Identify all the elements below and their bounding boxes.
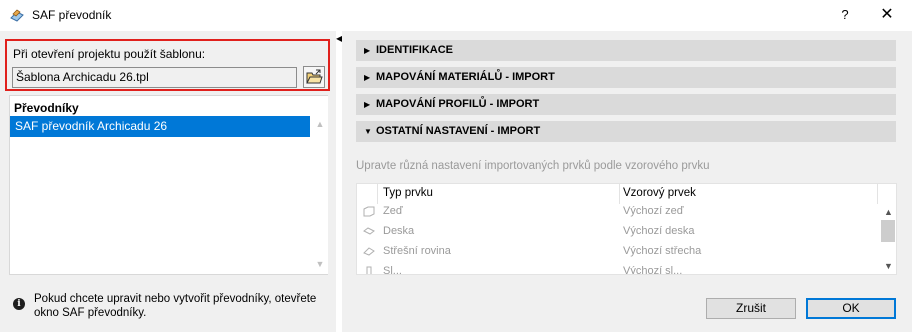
section-label: OSTATNÍ NASTAVENÍ - IMPORT — [376, 125, 541, 137]
column-divider — [377, 184, 378, 204]
cancel-button[interactable]: Zrušit — [706, 298, 796, 319]
converters-list[interactable]: Převodníky SAF převodník Archicadu 26 ▲ … — [9, 95, 328, 275]
column-header-sample[interactable]: Vzorový prvek — [623, 187, 696, 199]
row-sample: Výchozí deska — [623, 225, 695, 237]
column-icon — [366, 266, 372, 274]
right-panel: ▶ IDENTIFIKACE ▶ MAPOVÁNÍ MATERIÁLŮ - IM… — [342, 31, 912, 332]
info-icon: i — [13, 298, 25, 310]
row-type: Deska — [383, 225, 415, 237]
row-sample: Výchozí střecha — [623, 245, 702, 257]
converters-header: Převodníky — [14, 101, 79, 115]
roof-icon — [363, 247, 375, 256]
expand-triangle-icon: ▶ — [364, 100, 371, 109]
row-sample: Výchozí sl... — [623, 265, 683, 275]
expand-triangle-icon: ▶ — [364, 46, 371, 55]
table-row[interactable]: Deska Výchozí deska — [357, 222, 880, 242]
info-text: Pokud chcete upravit nebo vytvořit převo… — [34, 293, 317, 319]
scroll-up-icon[interactable]: ▲ — [880, 204, 896, 220]
scroll-down-icon[interactable]: ▼ — [880, 258, 896, 274]
wall-icon — [363, 206, 375, 217]
template-label: Při otevření projektu použít šablonu: — [13, 47, 206, 61]
template-group: Při otevření projektu použít šablonu: Ša… — [5, 39, 330, 91]
slab-icon — [363, 227, 375, 235]
section-label: IDENTIFIKACE — [376, 44, 453, 56]
browse-template-button[interactable] — [303, 66, 325, 88]
window-title: SAF převodník — [32, 8, 112, 22]
help-button[interactable]: ? — [832, 3, 858, 27]
expand-triangle-icon: ▶ — [364, 73, 371, 82]
list-item-converter[interactable]: SAF převodník Archicadu 26 — [10, 116, 310, 137]
section-ostatni-nastaveni[interactable]: ▼ OSTATNÍ NASTAVENÍ - IMPORT — [356, 121, 896, 142]
scroll-down-icon[interactable]: ▼ — [312, 256, 328, 272]
column-divider — [619, 184, 620, 204]
row-type: Zeď — [383, 205, 403, 217]
row-type: Sl... — [383, 265, 402, 275]
table-row[interactable]: Sl... Výchozí sl... — [357, 262, 880, 275]
scroll-up-icon[interactable]: ▲ — [312, 116, 328, 132]
table-row[interactable]: Zeď Výchozí zeď — [357, 202, 880, 222]
settings-hint: Upravte různá nastavení importovaných pr… — [356, 160, 710, 172]
section-identifikace[interactable]: ▶ IDENTIFIKACE — [356, 40, 896, 61]
section-mapovani-profilu[interactable]: ▶ MAPOVÁNÍ PROFILŮ - IMPORT — [356, 94, 896, 115]
open-folder-icon — [306, 69, 323, 84]
template-path-field[interactable]: Šablona Archicadu 26.tpl — [12, 67, 297, 88]
row-sample: Výchozí zeď — [623, 205, 684, 217]
table-scrollbar[interactable]: ▲ ▼ — [880, 184, 896, 274]
section-label: MAPOVÁNÍ PROFILŮ - IMPORT — [376, 98, 540, 110]
row-type: Střešní rovina — [383, 245, 451, 257]
saf-app-icon — [10, 9, 24, 22]
collapse-triangle-icon: ▼ — [364, 127, 372, 136]
close-button[interactable]: ✕ — [874, 3, 900, 27]
ok-button[interactable]: OK — [806, 298, 896, 319]
scroll-thumb[interactable] — [881, 220, 895, 242]
column-header-type[interactable]: Typ prvku — [383, 187, 433, 199]
section-label: MAPOVÁNÍ MATERIÁLŮ - IMPORT — [376, 71, 555, 83]
column-divider — [877, 184, 878, 204]
left-panel: Při otevření projektu použít šablonu: Ša… — [0, 31, 336, 332]
section-mapovani-materialu[interactable]: ▶ MAPOVÁNÍ MATERIÁLŮ - IMPORT — [356, 67, 896, 88]
element-mapping-table: Typ prvku Vzorový prvek Zeď Výchozí zeď … — [356, 183, 897, 275]
table-row[interactable]: Střešní rovina Výchozí střecha — [357, 242, 880, 262]
converters-scrollbar[interactable]: ▲ ▼ — [312, 96, 328, 274]
title-bar: SAF převodník ? ✕ — [0, 0, 912, 31]
